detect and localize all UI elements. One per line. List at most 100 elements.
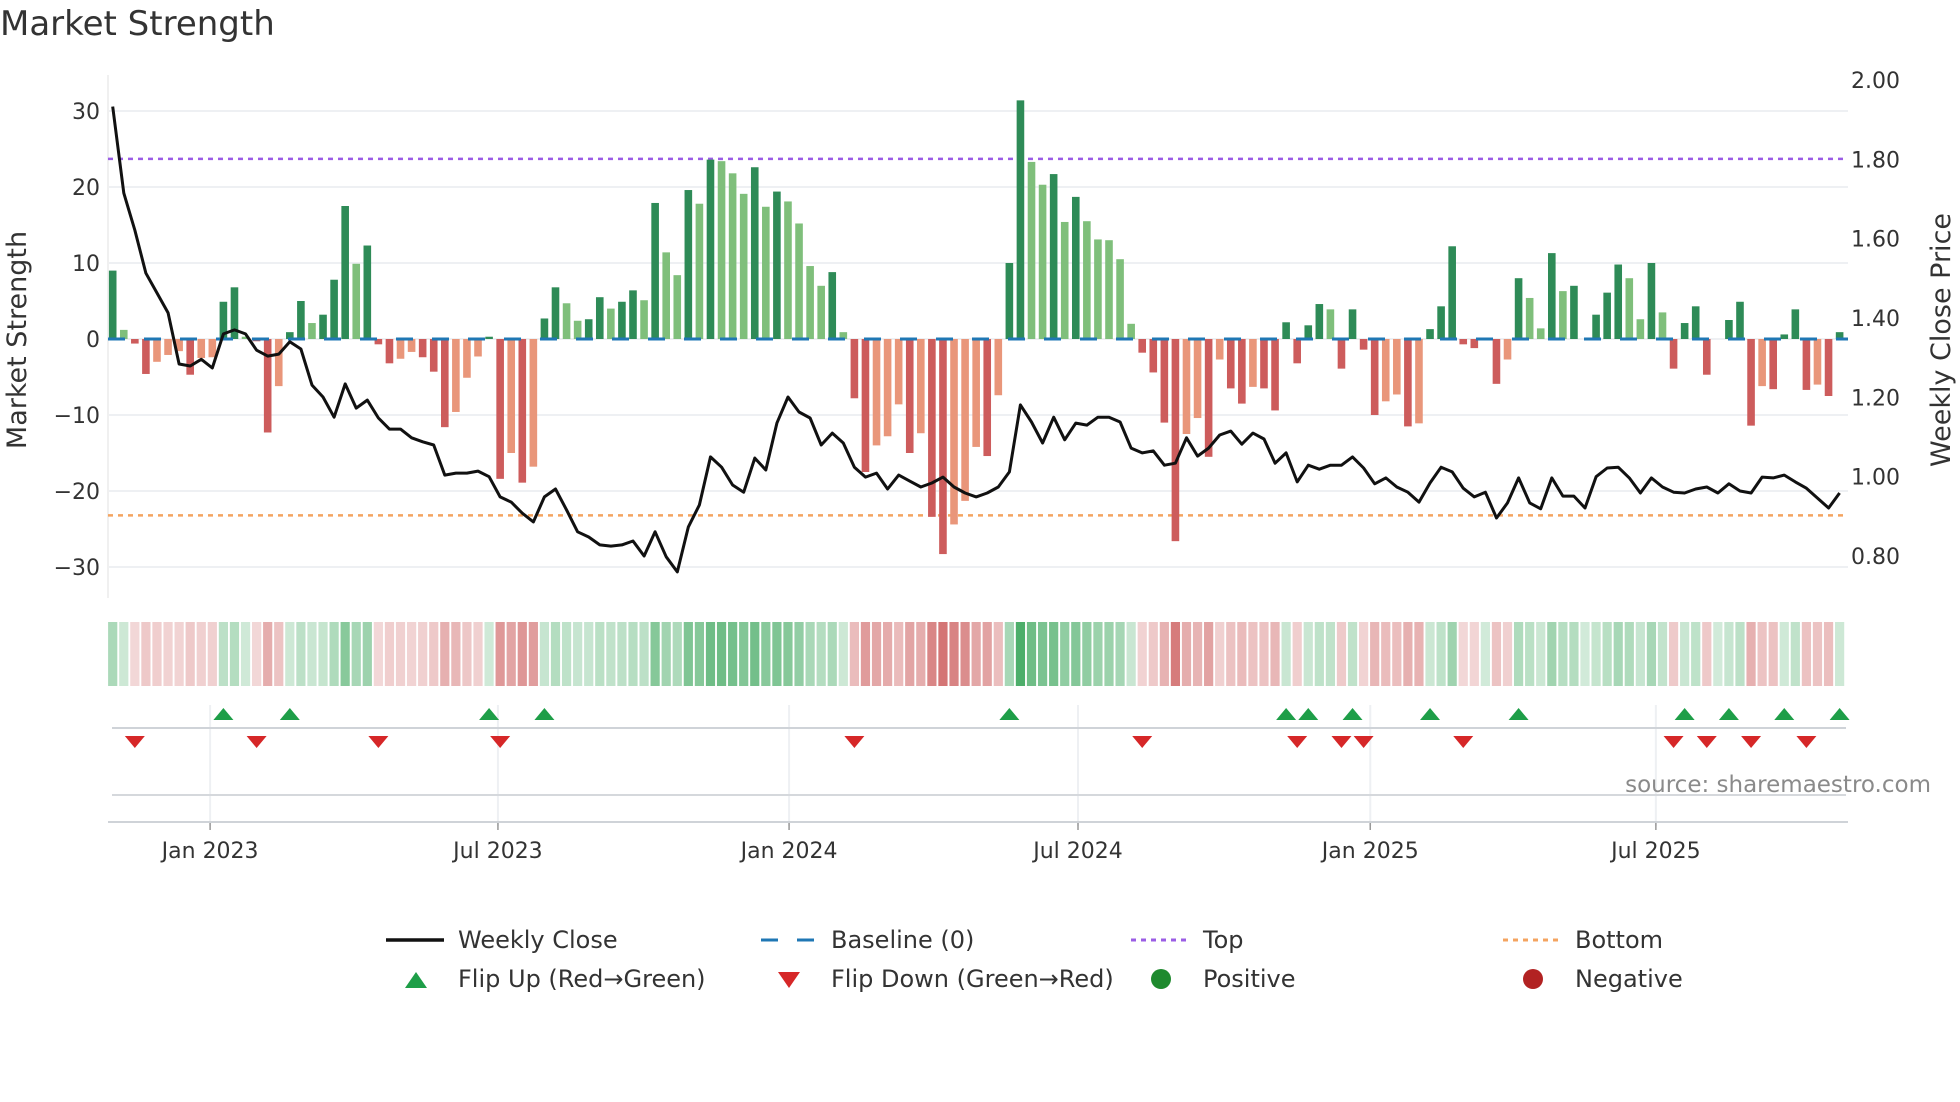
strength-bar — [1226, 339, 1235, 389]
circle-icon — [1523, 969, 1543, 989]
strength-bar — [1448, 246, 1456, 339]
strip-cell — [805, 622, 815, 686]
strip-cell — [550, 622, 561, 686]
flip-up-marker — [1342, 708, 1363, 720]
strip-cell — [1580, 622, 1590, 686]
strip-cell — [141, 622, 151, 686]
strip-cell — [451, 622, 461, 686]
flip-up-marker — [1508, 708, 1529, 720]
flip-down-marker — [1796, 736, 1817, 748]
strength-bar — [872, 339, 881, 446]
strength-bar — [396, 339, 405, 359]
flip-down-marker — [1663, 736, 1684, 748]
strength-bar — [1813, 339, 1822, 385]
flip-up-marker — [1298, 708, 1319, 720]
y-tick-label: 10 — [72, 252, 100, 277]
strip-cell — [1270, 622, 1280, 686]
strip-cell — [1370, 622, 1380, 686]
flip-down-marker — [1453, 736, 1474, 748]
strip-cell — [1403, 622, 1413, 686]
strength-bar — [108, 270, 117, 339]
strip-cell — [108, 622, 118, 686]
strip-cell — [1624, 622, 1634, 686]
strip-cell — [1071, 622, 1081, 686]
strip-cell — [1713, 622, 1723, 686]
strength-bar — [197, 339, 206, 358]
strength-bar — [407, 339, 416, 352]
strength-bar — [441, 339, 449, 428]
strength-bar — [828, 272, 837, 339]
strip-cell — [1325, 622, 1335, 686]
strength-bar — [1536, 328, 1545, 339]
strip-cell — [484, 622, 494, 686]
strength-bar — [164, 339, 172, 355]
strip-cell — [240, 622, 251, 686]
legend-label: Baseline (0) — [831, 926, 975, 954]
strip-cell — [252, 622, 262, 686]
strip-cell — [130, 622, 140, 686]
strip-cell — [838, 622, 848, 686]
strength-bar — [662, 252, 670, 339]
strip-cell — [263, 622, 273, 686]
strip-cell — [440, 622, 450, 686]
strength-bar — [717, 161, 726, 339]
strip-cell — [849, 622, 859, 686]
strength-bar — [1071, 196, 1080, 339]
strip-cell — [429, 622, 439, 686]
strip-cell — [716, 622, 727, 686]
strip-cell — [285, 622, 295, 686]
strip-cell — [816, 622, 826, 686]
strength-bar — [1514, 278, 1523, 339]
flip-down-marker — [1132, 736, 1153, 748]
flip-down-marker — [1741, 736, 1762, 748]
circle-icon — [1151, 969, 1171, 989]
strip-cell — [1436, 622, 1446, 686]
strip-cell — [163, 622, 173, 686]
strength-bar — [551, 287, 560, 339]
strength-bar — [518, 339, 527, 483]
strip-cell — [1801, 622, 1812, 686]
strength-bar — [330, 279, 338, 339]
strength-bar — [352, 263, 361, 339]
y2-tick-label: 1.20 — [1851, 386, 1900, 411]
y2-tick-label: 0.80 — [1851, 545, 1900, 570]
strip-cell — [739, 622, 749, 686]
strip-cell — [1015, 622, 1026, 686]
strip-cell — [1812, 622, 1823, 686]
solid-line-icon — [386, 938, 444, 942]
y-tick-label: −20 — [54, 480, 100, 505]
strength-bar — [1625, 278, 1634, 339]
x-tick-label: Jan 2025 — [1320, 839, 1419, 864]
strip-cell — [794, 622, 804, 686]
strength-bar — [1138, 339, 1147, 353]
strength-bar — [1492, 339, 1501, 384]
strip-cell — [894, 622, 904, 686]
strength-bar — [1548, 253, 1556, 339]
strip-cell — [1392, 622, 1402, 686]
strip-cell — [174, 622, 184, 686]
strip-cell — [1192, 622, 1203, 686]
strength-bar — [1016, 100, 1025, 339]
strength-bar — [1426, 329, 1434, 339]
strip-cell — [672, 622, 682, 686]
strip-cell — [1613, 622, 1623, 686]
strength-bar — [618, 301, 626, 339]
strength-bar — [1415, 339, 1423, 424]
legend-item: Flip Down (Green→Red) — [759, 963, 1114, 995]
strength-bar — [1293, 339, 1301, 364]
strength-bar — [1669, 339, 1678, 369]
strength-bar — [274, 339, 283, 387]
strip-cell — [628, 622, 638, 686]
strength-bar — [861, 339, 870, 472]
strength-bar — [131, 339, 139, 344]
strip-cell — [1170, 622, 1181, 686]
strength-bar — [806, 266, 814, 339]
legend-label: Positive — [1203, 965, 1296, 993]
y2-tick-label: 2.00 — [1851, 69, 1900, 94]
strip-cell — [949, 622, 959, 686]
strip-cell — [1480, 622, 1490, 686]
strip-cell — [1602, 622, 1612, 686]
strength-bar — [773, 191, 781, 339]
strip-cell — [1635, 622, 1645, 686]
strip-cell — [274, 622, 284, 686]
